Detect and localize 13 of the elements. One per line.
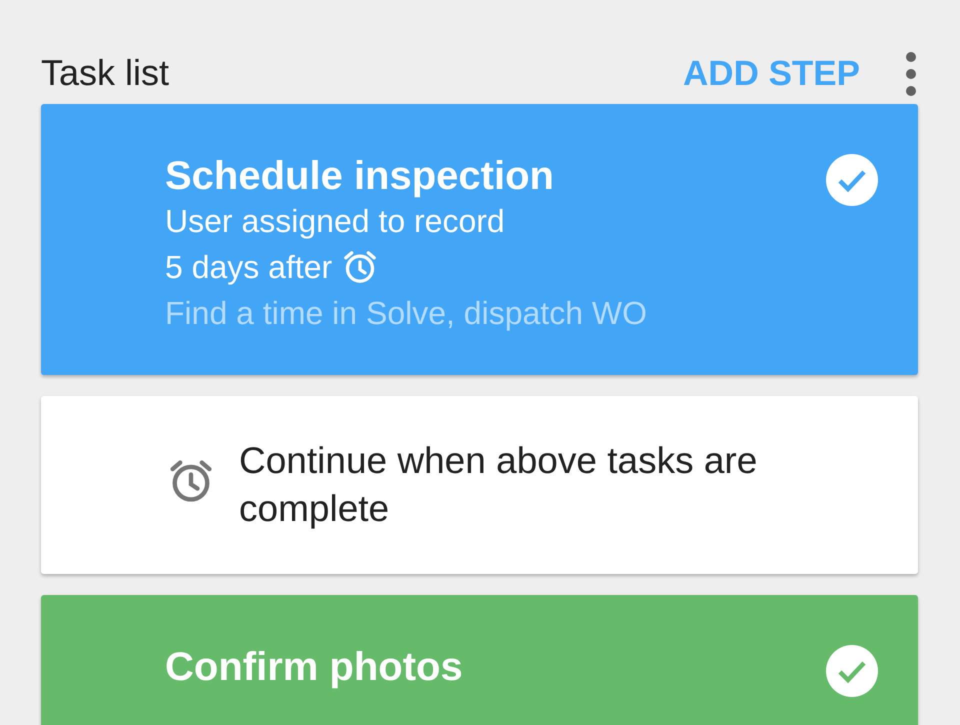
page-title: Task list: [41, 52, 170, 94]
task-assignee: User assigned to record: [165, 202, 506, 241]
task-card[interactable]: Confirm photos: [41, 595, 918, 725]
task-card[interactable]: Schedule inspection User assigned to record 5 days after Find a time in Solve, dispatch WO: [41, 104, 918, 375]
task-note: Find a time in Solve, dispatch WO: [165, 294, 648, 333]
task-title: Confirm photos: [165, 645, 464, 689]
check-circle-icon[interactable]: [826, 645, 878, 697]
menu-icon[interactable]: [904, 52, 918, 96]
wait-condition: Continue when above tasks are complete: [239, 439, 758, 531]
add-step-button[interactable]: ADD STEP: [683, 54, 860, 94]
check-circle-icon[interactable]: [826, 154, 878, 206]
task-delay: 5 days after: [165, 248, 332, 287]
task-title: Schedule inspection: [165, 154, 555, 198]
